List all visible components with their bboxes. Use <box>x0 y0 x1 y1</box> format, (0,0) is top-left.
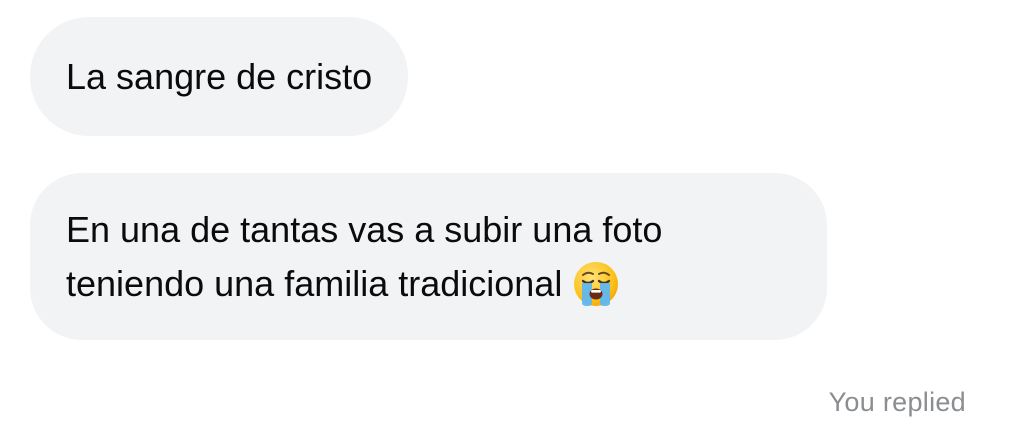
message-text: La sangre de cristo <box>66 55 373 97</box>
message-text-line: En una de tantas vas a subir una foto <box>66 209 663 250</box>
message-thread: La sangre de cristo En una de tantas vas… <box>0 0 1028 443</box>
message-bubble[interactable]: En una de tantas vas a subir una foto te… <box>30 173 827 340</box>
message-text-line-with-emoji: teniendo una familia tradicional <box>66 257 791 311</box>
message-text-line: teniendo una familia tradicional <box>66 263 563 304</box>
message-bubble[interactable]: La sangre de cristo <box>30 17 409 136</box>
loudly-crying-face-icon <box>574 262 619 306</box>
status-label: You replied <box>828 387 966 417</box>
